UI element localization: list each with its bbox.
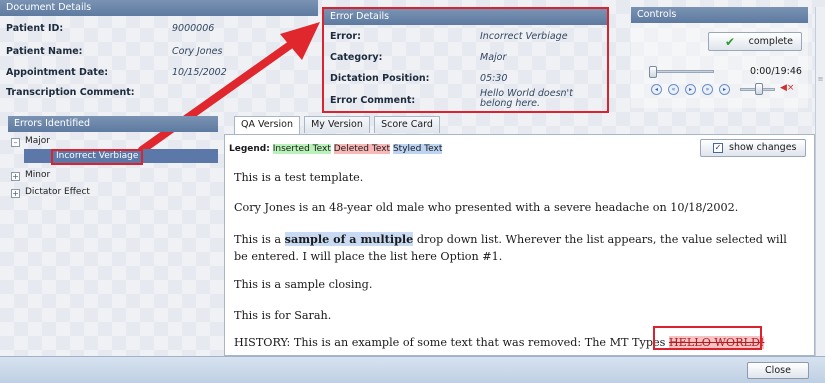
- volume-slider-thumb[interactable]: [755, 83, 763, 95]
- scroll-grip-icon[interactable]: ≡: [817, 73, 824, 85]
- paragraph-3: This is a sample of a multiple drop down…: [234, 231, 794, 265]
- error-label: Error:: [330, 31, 361, 42]
- paragraph-3-highlight: sample of a multiple: [284, 232, 414, 246]
- show-changes-button[interactable]: ✓ show changes: [700, 139, 806, 157]
- expand-minor-icon[interactable]: +: [11, 172, 20, 181]
- bottom-bar: [0, 356, 825, 383]
- category-label: Category:: [330, 52, 383, 63]
- playback-slider[interactable]: [652, 70, 714, 73]
- paragraph-4: This is a sample closing.: [234, 278, 373, 291]
- error-comment-value: Hello World doesn't belong here.: [480, 88, 573, 109]
- tab-score-card[interactable]: Score Card: [374, 116, 440, 133]
- show-changes-label: show changes: [729, 142, 797, 153]
- paragraph-6-before: HISTORY: This is an example of some text…: [234, 336, 669, 349]
- dictation-position-value: 05:30: [480, 73, 508, 84]
- legend-inserted: Inserted Text: [272, 144, 331, 154]
- collapse-major-icon[interactable]: –: [11, 138, 20, 147]
- play-icon[interactable]: ▸: [685, 84, 696, 95]
- selected-error-highlight: [51, 149, 143, 165]
- error-value: Incorrect Verbiage: [480, 31, 568, 42]
- appointment-date-label: Appointment Date:: [6, 67, 109, 78]
- paragraph-3-before: This is a: [234, 233, 285, 246]
- fast-forward-icon[interactable]: »: [702, 84, 713, 95]
- legend: Legend: Inserted Text Deleted Text Style…: [229, 144, 443, 154]
- legend-label: Legend:: [229, 144, 270, 154]
- paragraph-1: This is a test template.: [234, 171, 364, 184]
- error-details-header: Error Details: [324, 9, 607, 25]
- errors-identified-header: Errors Identified: [8, 116, 218, 132]
- tree-item-dictator-effect[interactable]: Dictator Effect: [25, 187, 90, 197]
- complete-button[interactable]: ✔ complete: [708, 32, 802, 51]
- legend-styled: Styled Text: [392, 144, 443, 154]
- show-changes-checkbox[interactable]: ✓: [713, 143, 723, 153]
- time-readout: 0:00/19:46: [750, 66, 802, 77]
- expand-dictator-effect-icon[interactable]: +: [11, 189, 20, 198]
- legend-deleted: Deleted Text: [333, 144, 391, 154]
- playback-slider-thumb[interactable]: [649, 66, 657, 78]
- transcription-comment-label: Transcription Comment:: [6, 87, 135, 98]
- rewind-start-icon[interactable]: ◂: [651, 84, 662, 95]
- rewind-icon[interactable]: «: [668, 84, 679, 95]
- deleted-text-highlight: [653, 326, 762, 350]
- window-scrollbar[interactable]: ≡: [815, 7, 825, 356]
- tab-my-version[interactable]: My Version: [304, 116, 370, 133]
- forward-end-icon[interactable]: ▸: [719, 84, 730, 95]
- patient-name-label: Patient Name:: [6, 46, 83, 57]
- tree-item-major[interactable]: Major: [25, 136, 50, 146]
- checkmark-icon: ✔: [725, 35, 736, 49]
- controls-header: Controls: [631, 7, 808, 23]
- tree-item-minor[interactable]: Minor: [25, 170, 50, 180]
- tab-qa-version[interactable]: QA Version: [234, 116, 300, 134]
- error-comment-label: Error Comment:: [330, 95, 416, 106]
- complete-button-label: complete: [748, 36, 793, 47]
- category-value: Major: [480, 52, 507, 63]
- paragraph-2: Cory Jones is an 48-year old male who pr…: [234, 201, 739, 214]
- document-content: Legend: Inserted Text Deleted Text Style…: [224, 134, 815, 356]
- patient-id-label: Patient ID:: [6, 23, 64, 34]
- mute-icon[interactable]: ◀×: [780, 83, 794, 93]
- close-button[interactable]: Close: [747, 362, 809, 379]
- dictation-position-label: Dictation Position:: [330, 73, 430, 84]
- paragraph-5: This is for Sarah.: [234, 309, 332, 322]
